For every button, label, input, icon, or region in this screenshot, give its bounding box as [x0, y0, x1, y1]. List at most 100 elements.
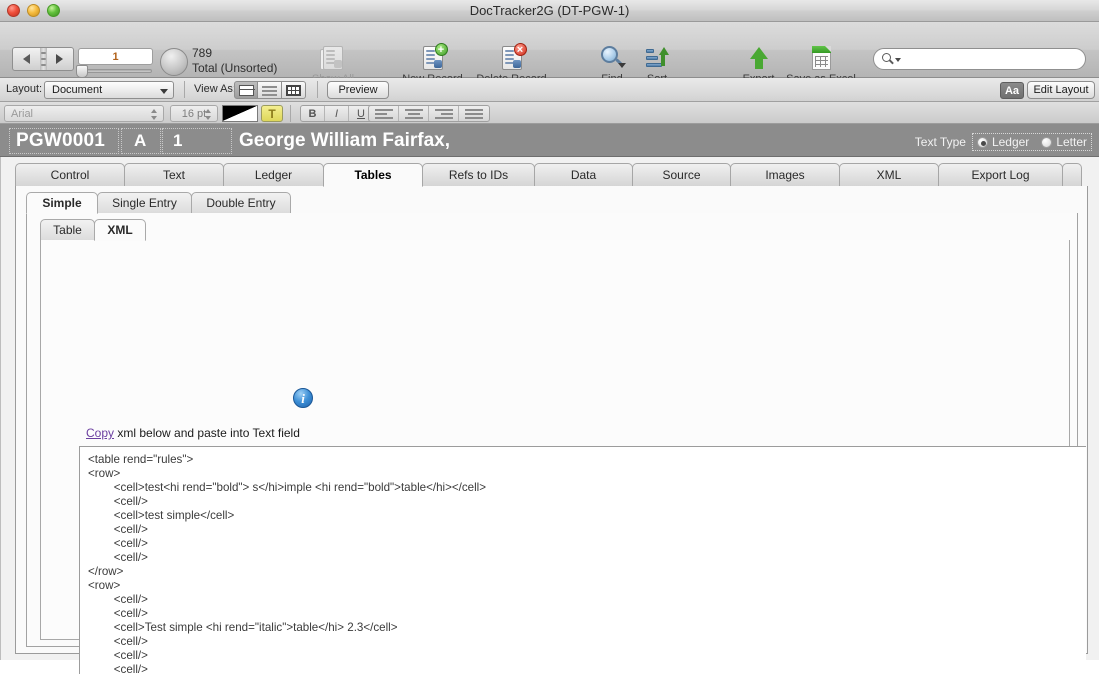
- record-slider-knob[interactable]: [76, 65, 88, 78]
- right-arrow-icon: [56, 54, 64, 64]
- italic-button[interactable]: I: [325, 106, 349, 121]
- divider: [317, 81, 318, 98]
- chevron-down-icon: [160, 89, 168, 94]
- record-totals: 789 Total (Unsorted): [192, 46, 277, 76]
- radio-letter-dot: [1041, 136, 1053, 148]
- text-size-button[interactable]: Aa: [1000, 82, 1024, 99]
- previous-record-button[interactable]: [13, 54, 40, 64]
- excel-document-icon: [807, 44, 835, 72]
- doc-id-field[interactable]: PGW0001: [9, 128, 119, 154]
- search-input[interactable]: [873, 48, 1086, 70]
- subtab-double-entry[interactable]: Double Entry: [191, 192, 291, 214]
- record-title[interactable]: George William Fairfax,: [239, 129, 639, 153]
- tab-control[interactable]: Control: [15, 163, 125, 187]
- view-mode-table[interactable]: [282, 81, 306, 99]
- layout-select[interactable]: Document: [44, 81, 174, 99]
- divider: [184, 81, 185, 98]
- window-title-bar: DocTracker2G (DT-PGW-1): [0, 0, 1099, 22]
- record-header: PGW0001 A 1 George William Fairfax, Text…: [0, 124, 1099, 157]
- total-label: Total (Unsorted): [192, 61, 278, 75]
- format-bar: Arial 16 pt T B I U: [0, 102, 1099, 124]
- font-family-value: Arial: [11, 108, 34, 120]
- align-justify-button[interactable]: [459, 106, 489, 121]
- xml-content: <table rend="rules"> <row> <cell>test<hi…: [88, 453, 487, 674]
- chevron-down-icon[interactable]: [895, 58, 901, 62]
- text-type-label: Text Type: [914, 135, 966, 149]
- fill-color-swatch[interactable]: [222, 105, 258, 122]
- edit-layout-button[interactable]: Edit Layout: [1027, 81, 1095, 99]
- search-icon-handle: [889, 59, 894, 65]
- preview-button[interactable]: Preview: [327, 81, 389, 99]
- copy-instruction-line: Copy xml below and paste into Text field: [86, 426, 300, 440]
- font-size-stepper-icon[interactable]: [204, 108, 213, 121]
- tab-images[interactable]: Images: [730, 163, 840, 187]
- layout-label: Layout:: [6, 83, 43, 95]
- divider: [290, 105, 291, 122]
- content-area: Control Text Ledger Tables Refs to IDs D…: [0, 157, 1099, 674]
- align-left-button[interactable]: [369, 106, 399, 121]
- main-tab-strip: Control Text Ledger Tables Refs to IDs D…: [15, 163, 1088, 187]
- view-mode-form[interactable]: [234, 81, 258, 99]
- font-family-select[interactable]: Arial: [4, 105, 164, 122]
- record-number-input[interactable]: 1: [78, 48, 153, 65]
- layout-select-value: Document: [52, 84, 103, 96]
- tab-refs-to-ids[interactable]: Refs to IDs: [422, 163, 535, 187]
- tab-tables[interactable]: Tables: [323, 163, 423, 187]
- tab-text[interactable]: Text: [124, 163, 224, 187]
- tab-ledger[interactable]: Ledger: [223, 163, 324, 187]
- magnifier-icon: [598, 44, 626, 72]
- subtab-xml[interactable]: XML: [94, 219, 146, 241]
- info-icon[interactable]: i: [293, 388, 313, 408]
- text-color-button[interactable]: T: [261, 105, 283, 122]
- sub-tab-strip-2: Table XML: [40, 219, 146, 241]
- book-spine-icon: [39, 48, 47, 70]
- sort-icon: [643, 44, 671, 72]
- form-view-icon: [239, 85, 255, 96]
- left-arrow-icon: [22, 54, 30, 64]
- pie-chart-knob-icon[interactable]: [160, 48, 188, 76]
- radio-ledger-dot: [976, 136, 988, 148]
- view-as-label: View As:: [194, 83, 236, 95]
- view-mode-list[interactable]: [258, 81, 282, 99]
- record-slider-track[interactable]: [78, 69, 152, 73]
- radio-letter[interactable]: Letter: [1041, 135, 1087, 149]
- radio-ledger-label: Ledger: [991, 135, 1030, 149]
- series-field[interactable]: A: [121, 128, 161, 154]
- font-size-select[interactable]: 16 pt: [170, 105, 218, 122]
- copy-link[interactable]: Copy: [86, 426, 114, 440]
- copy-instruction-text: xml below and paste into Text field: [114, 426, 300, 440]
- align-center-button[interactable]: [399, 106, 429, 121]
- subtab-table[interactable]: Table: [40, 219, 95, 241]
- tab-source[interactable]: Source: [632, 163, 731, 187]
- text-type-control: Text Type Ledger Letter: [914, 133, 1093, 151]
- view-mode-group[interactable]: [234, 81, 306, 99]
- align-right-button[interactable]: [429, 106, 459, 121]
- record-navigation-book[interactable]: [12, 47, 74, 71]
- radio-ledger[interactable]: Ledger: [976, 135, 1030, 149]
- total-count: 789: [192, 46, 213, 60]
- xml-text-field[interactable]: <table rend="rules"> <row> <cell>test<hi…: [79, 446, 1086, 674]
- number-field[interactable]: 1: [162, 128, 232, 154]
- export-arrow-icon: [745, 44, 773, 72]
- window-title: DocTracker2G (DT-PGW-1): [469, 3, 630, 18]
- tab-export-log[interactable]: Export Log: [938, 163, 1063, 187]
- delete-record-icon: ×: [498, 43, 527, 72]
- stacked-records-icon: [319, 44, 347, 72]
- text-type-radio-group[interactable]: Ledger Letter: [971, 133, 1093, 151]
- main-toolbar: 1 Records 789 Total (Unsorted) Show All …: [0, 22, 1099, 94]
- font-size-value: 16 pt: [181, 108, 207, 120]
- bold-button[interactable]: B: [301, 106, 325, 121]
- new-record-icon: +: [419, 43, 448, 72]
- subtab-simple[interactable]: Simple: [26, 192, 98, 214]
- subtab-single-entry[interactable]: Single Entry: [97, 192, 192, 214]
- tab-data[interactable]: Data: [534, 163, 633, 187]
- radio-letter-label: Letter: [1056, 135, 1087, 149]
- tab-xml[interactable]: XML: [839, 163, 939, 187]
- layout-bar: Layout: Document View As: Preview Aa Edi…: [0, 78, 1099, 102]
- font-stepper-icon[interactable]: [150, 108, 159, 121]
- table-view-icon: [286, 85, 301, 96]
- alignment-group[interactable]: [368, 105, 490, 122]
- tab-overflow[interactable]: [1062, 163, 1082, 187]
- next-record-button[interactable]: [47, 54, 74, 64]
- text-style-group[interactable]: B I U: [300, 105, 374, 122]
